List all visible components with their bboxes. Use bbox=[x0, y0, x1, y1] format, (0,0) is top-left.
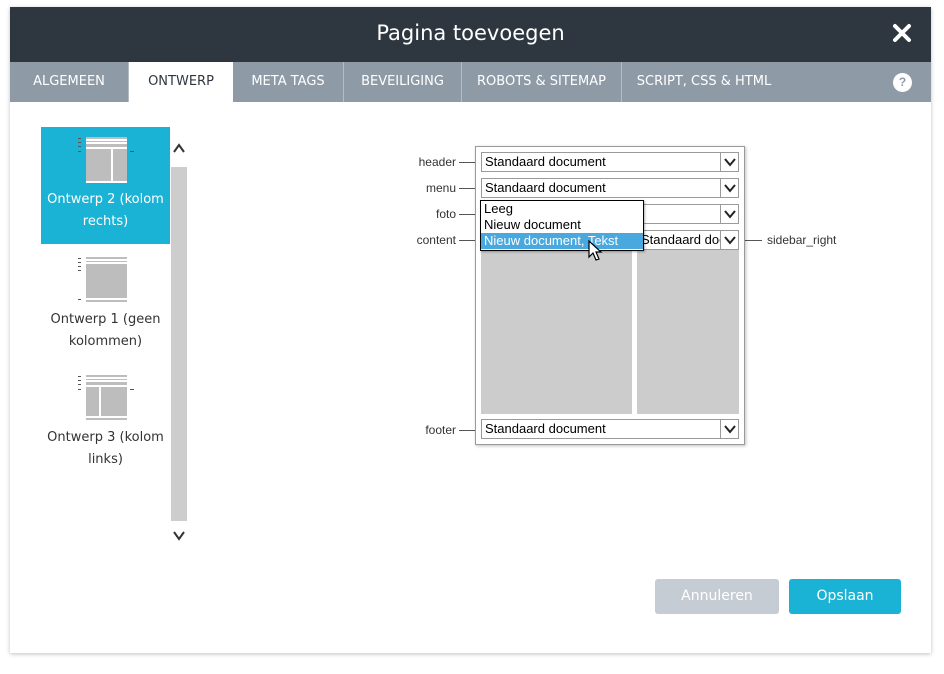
header-select-value: Standaard document bbox=[485, 154, 606, 169]
layout-list: Ontwerp 2 (kolom rechts) Ontwerp 1 (geen… bbox=[41, 127, 170, 557]
content-dropdown-list: Leeg Nieuw document Nieuw document, Teks… bbox=[480, 200, 644, 251]
chevron-down-icon bbox=[720, 420, 738, 438]
dialog-titlebar: Pagina toevoegen bbox=[10, 7, 931, 62]
content-zone bbox=[481, 247, 632, 414]
chevron-up-icon bbox=[173, 143, 185, 153]
layout-item-ontwerp-2[interactable]: Ontwerp 2 (kolom rechts) bbox=[41, 127, 170, 244]
region-label-menu: menu bbox=[425, 181, 456, 195]
close-icon bbox=[893, 24, 911, 42]
mouse-cursor-icon bbox=[588, 240, 603, 261]
scrollbar-track[interactable] bbox=[171, 167, 187, 521]
footer-select[interactable]: Standaard document bbox=[481, 419, 739, 439]
layout-1-thumbnail-icon bbox=[77, 257, 127, 302]
header-select[interactable]: Standaard document bbox=[481, 152, 739, 172]
region-label-content: content bbox=[416, 233, 456, 247]
tab-script-css-html[interactable]: SCRIPT, CSS & HTML bbox=[622, 62, 786, 102]
scroll-down-button[interactable] bbox=[171, 525, 187, 547]
region-label-sidebar-right: sidebar_right bbox=[767, 233, 837, 247]
tab-bar: ALGEMEEN ONTWERP META TAGS BEVEILIGING R… bbox=[10, 62, 931, 102]
layout-2-thumbnail-icon bbox=[77, 137, 134, 183]
sidebar-zone bbox=[637, 247, 739, 414]
chevron-down-icon bbox=[720, 205, 738, 223]
tab-meta-tags[interactable]: META TAGS bbox=[233, 62, 344, 102]
help-icon[interactable]: ? bbox=[893, 73, 912, 92]
layout-3-thumbnail-icon bbox=[77, 375, 134, 420]
chevron-down-icon bbox=[173, 531, 185, 541]
cancel-button[interactable]: Annuleren bbox=[655, 579, 779, 614]
menu-select-value: Standaard document bbox=[485, 180, 606, 195]
layout-item-ontwerp-3[interactable]: Ontwerp 3 (kolom links) bbox=[41, 373, 170, 477]
region-label-footer: footer bbox=[425, 423, 456, 437]
scroll-up-button[interactable] bbox=[171, 137, 187, 159]
close-button[interactable] bbox=[891, 22, 913, 44]
footer-select-value: Standaard document bbox=[485, 421, 606, 436]
save-button[interactable]: Opslaan bbox=[789, 579, 901, 614]
tab-beveiliging[interactable]: BEVEILIGING bbox=[344, 62, 462, 102]
tab-ontwerp[interactable]: ONTWERP bbox=[129, 62, 233, 102]
dropdown-option-leeg[interactable]: Leeg bbox=[481, 201, 643, 217]
dropdown-option-nieuw-document[interactable]: Nieuw document bbox=[481, 217, 643, 233]
sidebar-right-select[interactable]: Standaard document bbox=[637, 230, 739, 250]
layout-list-scrollbar[interactable] bbox=[171, 127, 187, 557]
chevron-down-icon bbox=[720, 179, 738, 197]
layout-item-ontwerp-1[interactable]: Ontwerp 1 (geen kolommen) bbox=[41, 255, 170, 359]
region-label-header: header bbox=[418, 155, 456, 169]
dropdown-option-nieuw-document-tekst[interactable]: Nieuw document, Tekst bbox=[481, 233, 643, 249]
layout-item-label: Ontwerp 3 (kolom links) bbox=[47, 430, 164, 467]
menu-select[interactable]: Standaard document bbox=[481, 178, 739, 198]
add-page-dialog: Pagina toevoegen ALGEMEEN ONTWERP META T… bbox=[10, 7, 931, 653]
layout-preview: Standaard document Standaard document St… bbox=[475, 146, 745, 445]
layout-item-label: Ontwerp 2 (kolom rechts) bbox=[47, 192, 164, 229]
tab-robots-sitemap[interactable]: ROBOTS & SITEMAP bbox=[462, 62, 622, 102]
region-label-foto: foto bbox=[435, 207, 456, 221]
dialog-title: Pagina toevoegen bbox=[376, 21, 565, 45]
tab-algemeen[interactable]: ALGEMEEN bbox=[10, 62, 129, 102]
chevron-down-icon bbox=[720, 231, 738, 249]
layout-item-label: Ontwerp 1 (geen kolommen) bbox=[50, 312, 161, 349]
chevron-down-icon bbox=[720, 153, 738, 171]
